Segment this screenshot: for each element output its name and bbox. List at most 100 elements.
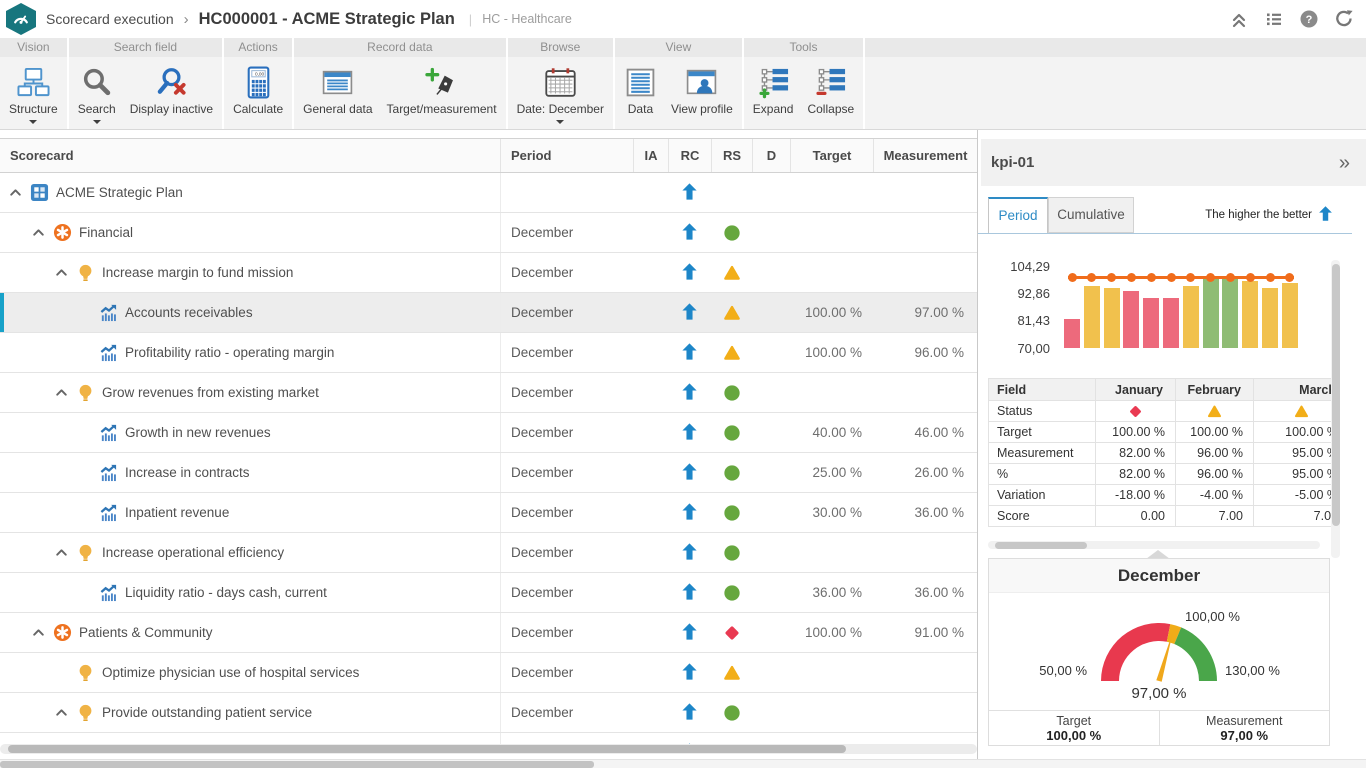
ribbon-button-display-inactive[interactable]: Display inactive: [123, 64, 220, 116]
table-row-patients-community[interactable]: Patients & CommunityDecember100.00 %91.0…: [0, 613, 977, 653]
d-cell: [752, 333, 790, 372]
ribbon-button-structure[interactable]: Structure: [2, 64, 65, 124]
gauge-footer-measurement-value: 97,00 %: [1160, 728, 1330, 743]
period-cell: December: [500, 493, 633, 532]
target-line-dot: [1246, 273, 1255, 282]
column-header-d[interactable]: D: [752, 139, 790, 172]
rc-cell: [668, 373, 711, 412]
column-header-measurement[interactable]: Measurement: [873, 139, 977, 172]
ia-cell: [633, 453, 668, 492]
kpi-field-table: FieldJanuaryFebruaryMarchStatusTarget100…: [988, 378, 1331, 527]
app: Scorecard execution › HC000001 - ACME St…: [0, 0, 1366, 768]
expand-caret-icon[interactable]: [54, 705, 69, 720]
scorecard-grid: ScorecardPeriodIARCRSDTargetMeasurement …: [0, 130, 977, 768]
app-logo[interactable]: [6, 3, 36, 35]
expand-caret-icon[interactable]: [31, 625, 46, 640]
status-red-icon: [723, 624, 741, 642]
row-label: Accounts receivables: [125, 305, 253, 320]
table-row-grow-revenues-from-existing-market[interactable]: Grow revenues from existing marketDecemb…: [0, 373, 977, 413]
rs-cell: [711, 693, 752, 732]
column-header-rc[interactable]: RC: [668, 139, 711, 172]
field-value: 82.00 %: [1096, 443, 1176, 464]
measurement-cell: [873, 253, 977, 292]
period-cell: December: [500, 573, 633, 612]
table-row-optimize-physician-use-of-hospital-services[interactable]: Optimize physician use of hospital servi…: [0, 653, 977, 693]
column-header-ia[interactable]: IA: [633, 139, 668, 172]
up-arrow-icon: [680, 302, 699, 324]
status-yellow-icon: [723, 264, 741, 282]
chart-bar: [1282, 283, 1298, 348]
rs-cell: [711, 213, 752, 252]
rc-cell: [668, 613, 711, 652]
kpi-bar-chart: 104,2992,8681,4370,00: [978, 256, 1324, 360]
expand-caret-icon[interactable]: [54, 545, 69, 560]
expand-caret-icon[interactable]: [54, 265, 69, 280]
table-horizontal-scrollbar-thumb[interactable]: [8, 745, 846, 753]
rs-cell: [711, 613, 752, 652]
page-horizontal-scrollbar: [0, 759, 1366, 768]
breadcrumb-module[interactable]: Scorecard execution: [46, 11, 174, 27]
ribbon-button-date-december[interactable]: Date: December: [510, 64, 611, 124]
table-row-accounts-receivables[interactable]: Accounts receivablesDecember100.00 %97.0…: [0, 293, 977, 333]
table-row-liquidity-ratio-days-cash-current[interactable]: Liquidity ratio - days cash, currentDece…: [0, 573, 977, 613]
field-table-scrollbar-thumb[interactable]: [995, 542, 1087, 549]
up-arrow-icon: [680, 422, 699, 444]
measurement-cell: 97.00 %: [873, 293, 977, 332]
kpi-icon: [99, 583, 118, 602]
table-row-profitability-ratio-operating-margin[interactable]: Profitability ratio - operating marginDe…: [0, 333, 977, 373]
ribbon-button-expand[interactable]: Expand: [746, 64, 801, 116]
ribbon-button-calculate[interactable]: 0,00Calculate: [226, 64, 290, 116]
general-data-icon: [321, 64, 354, 100]
field-table-row-variation: Variation-18.00 %-4.00 %-5.00 %: [989, 485, 1332, 506]
table-row-acme-strategic-plan[interactable]: ACME Strategic Plan: [0, 173, 977, 213]
y-tick-label: 104,29: [1010, 260, 1050, 273]
ribbon-button-view-profile[interactable]: View profile: [664, 64, 740, 116]
rs-cell: [711, 333, 752, 372]
chart-bar: [1163, 298, 1179, 348]
ribbon-button-search[interactable]: Search: [71, 64, 123, 124]
table-row-growth-in-new-revenues[interactable]: Growth in new revenuesDecember40.00 %46.…: [0, 413, 977, 453]
up-arrow-icon: [680, 662, 699, 684]
help-icon[interactable]: ?: [1299, 9, 1319, 29]
list-icon[interactable]: [1264, 9, 1284, 29]
ribbon-button-target-measurement[interactable]: Target/measurement: [380, 64, 504, 116]
d-cell: [752, 613, 790, 652]
expand-caret-icon[interactable]: [8, 185, 23, 200]
search-icon: [80, 64, 113, 100]
ribbon-button-general-data[interactable]: General data: [296, 64, 379, 116]
expand-caret-icon[interactable]: [31, 225, 46, 240]
rc-cell: [668, 693, 711, 732]
chart-y-axis: 104,2992,8681,4370,00: [978, 256, 1050, 360]
kpi-panel: kpi-01 » Period Cumulative The higher th…: [978, 130, 1366, 768]
table-row-provide-outstanding-patient-service[interactable]: Provide outstanding patient serviceDecem…: [0, 693, 977, 733]
target-cell: [790, 693, 873, 732]
ribbon-button-data[interactable]: Data: [617, 64, 664, 116]
period-cell: December: [500, 253, 633, 292]
panel-collapse-icon[interactable]: »: [1339, 153, 1350, 173]
tab-cumulative[interactable]: Cumulative: [1048, 197, 1134, 233]
target-cell: [790, 213, 873, 252]
expand-caret-icon[interactable]: [54, 385, 69, 400]
ia-cell: [633, 293, 668, 332]
measurement-cell: 91.00 %: [873, 613, 977, 652]
table-row-increase-operational-efficiency[interactable]: Increase operational efficiencyDecember: [0, 533, 977, 573]
table-row-increase-margin-to-fund-mission[interactable]: Increase margin to fund missionDecember: [0, 253, 977, 293]
column-header-rs[interactable]: RS: [711, 139, 752, 172]
rs-cell: [711, 373, 752, 412]
table-row-increase-in-contracts[interactable]: Increase in contractsDecember25.00 %26.0…: [0, 453, 977, 493]
tab-period[interactable]: Period: [988, 197, 1048, 233]
ribbon-group-browse: BrowseDate: December: [508, 38, 613, 129]
table-row-inpatient-revenue[interactable]: Inpatient revenueDecember30.00 %36.00 %: [0, 493, 977, 533]
column-header-period[interactable]: Period: [500, 139, 633, 172]
ia-cell: [633, 173, 668, 212]
column-header-scorecard[interactable]: Scorecard: [0, 139, 500, 172]
collapse-all-icon[interactable]: [1229, 9, 1249, 29]
column-header-target[interactable]: Target: [790, 139, 873, 172]
page-horizontal-scrollbar-thumb[interactable]: [0, 761, 594, 768]
refresh-icon[interactable]: [1334, 9, 1354, 29]
d-cell: [752, 533, 790, 572]
panel-vertical-scrollbar-thumb[interactable]: [1332, 264, 1340, 526]
ribbon-group-vision: VisionStructure: [0, 38, 67, 129]
ribbon-button-collapse[interactable]: Collapse: [800, 64, 861, 116]
table-row-financial[interactable]: FinancialDecember: [0, 213, 977, 253]
